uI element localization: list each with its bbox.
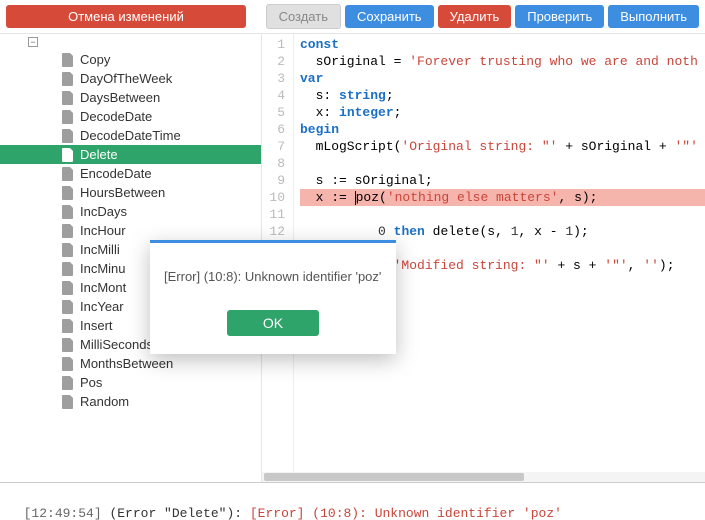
cancel-changes-button[interactable]: Отмена изменений: [6, 5, 246, 28]
sidebar-item-label: DecodeDate: [80, 109, 152, 124]
line-number: 9: [262, 172, 285, 189]
sidebar-item-label: Pos: [80, 375, 102, 390]
sidebar-item-label: Random: [80, 394, 129, 409]
file-icon: [62, 148, 74, 162]
tree-parent-label: [44, 36, 204, 48]
sidebar-item-delete[interactable]: Delete: [0, 145, 261, 164]
sidebar-item-encodedate[interactable]: EncodeDate: [0, 164, 261, 183]
sidebar-item-incdays[interactable]: IncDays: [0, 202, 261, 221]
sidebar-item-label: DaysBetween: [80, 90, 160, 105]
scrollbar-thumb[interactable]: [264, 473, 524, 481]
file-icon: [62, 72, 74, 86]
dialog-actions: OK: [150, 294, 396, 354]
code-line[interactable]: x: integer;: [300, 104, 705, 121]
code-line[interactable]: const: [300, 36, 705, 53]
code-line[interactable]: mLogScript('Original string: "' + sOrigi…: [300, 138, 705, 155]
sidebar-item-monthsbetween[interactable]: MonthsBetween: [0, 354, 261, 373]
line-number: 7: [262, 138, 285, 155]
sidebar-item-label: Copy: [80, 52, 110, 67]
sidebar-item-decodedate[interactable]: DecodeDate: [0, 107, 261, 126]
error-dialog: [Error] (10:8): Unknown identifier 'poz'…: [150, 240, 396, 354]
editor-horizontal-scrollbar[interactable]: [262, 472, 705, 482]
sidebar-item-label: IncDays: [80, 204, 127, 219]
save-button[interactable]: Сохранить: [345, 5, 434, 28]
file-icon: [62, 243, 74, 257]
code-line[interactable]: [300, 155, 705, 172]
code-line[interactable]: s := sOriginal;: [300, 172, 705, 189]
console-source: (Error "Delete"):: [109, 506, 242, 520]
line-number: 11: [262, 206, 285, 223]
dialog-message: [Error] (10:8): Unknown identifier 'poz': [150, 243, 396, 294]
file-icon: [62, 110, 74, 124]
sidebar-item-label: IncMont: [80, 280, 126, 295]
sidebar-item-label: MonthsBetween: [80, 356, 173, 371]
sidebar-item-random[interactable]: Random: [0, 392, 261, 411]
file-icon: [62, 129, 74, 143]
code-line[interactable]: s: string;: [300, 87, 705, 104]
file-icon: [62, 224, 74, 238]
delete-button[interactable]: Удалить: [438, 5, 512, 28]
create-button[interactable]: Создать: [266, 4, 341, 29]
collapse-icon[interactable]: −: [28, 37, 38, 47]
file-icon: [62, 357, 74, 371]
code-line[interactable]: begin: [300, 121, 705, 138]
sidebar-item-label: Delete: [80, 147, 118, 162]
line-number: 4: [262, 87, 285, 104]
sidebar-item-pos[interactable]: Pos: [0, 373, 261, 392]
console: [12:49:54] (Error "Delete"): [Error] (10…: [0, 482, 705, 520]
tree-parent-node[interactable]: −: [0, 34, 261, 50]
run-button[interactable]: Выполнить: [608, 5, 699, 28]
line-number: 5: [262, 104, 285, 121]
sidebar-item-label: IncHour: [80, 223, 126, 238]
file-icon: [62, 91, 74, 105]
line-number: 1: [262, 36, 285, 53]
sidebar-item-copy[interactable]: Copy: [0, 50, 261, 69]
file-icon: [62, 300, 74, 314]
sidebar-item-label: Insert: [80, 318, 113, 333]
line-number: 6: [262, 121, 285, 138]
sidebar-item-inchour[interactable]: IncHour: [0, 221, 261, 240]
file-icon: [62, 376, 74, 390]
sidebar-item-dayoftheweek[interactable]: DayOfTheWeek: [0, 69, 261, 88]
file-icon: [62, 319, 74, 333]
file-icon: [62, 281, 74, 295]
file-icon: [62, 338, 74, 352]
code-line[interactable]: x := poz('nothing else matters', s);: [300, 189, 705, 206]
toolbar: Отмена изменений Создать Сохранить Удали…: [0, 0, 705, 34]
sidebar-item-label: EncodeDate: [80, 166, 152, 181]
sidebar-item-label: IncMinu: [80, 261, 126, 276]
line-number: 8: [262, 155, 285, 172]
console-timestamp: [12:49:54]: [24, 506, 102, 520]
ok-button[interactable]: OK: [227, 310, 319, 336]
line-number: 10: [262, 189, 285, 206]
file-icon: [62, 167, 74, 181]
code-line[interactable]: [300, 206, 705, 223]
code-line[interactable]: 0 then delete(s, 1, x - 1);: [300, 223, 705, 240]
sidebar-item-label: IncYear: [80, 299, 124, 314]
sidebar-item-hoursbetween[interactable]: HoursBetween: [0, 183, 261, 202]
line-number: 12: [262, 223, 285, 240]
sidebar-item-label: DayOfTheWeek: [80, 71, 172, 86]
file-icon: [62, 262, 74, 276]
sidebar-item-label: IncMilli: [80, 242, 120, 257]
sidebar-item-label: HoursBetween: [80, 185, 165, 200]
line-number: 2: [262, 53, 285, 70]
sidebar-item-daysbetween[interactable]: DaysBetween: [0, 88, 261, 107]
code-line[interactable]: sOriginal = 'Forever trusting who we are…: [300, 53, 705, 70]
console-error-message: [Error] (10:8): Unknown identifier 'poz': [250, 506, 562, 520]
check-button[interactable]: Проверить: [515, 5, 604, 28]
file-icon: [62, 205, 74, 219]
line-number: 3: [262, 70, 285, 87]
sidebar-item-decodedatetime[interactable]: DecodeDateTime: [0, 126, 261, 145]
file-icon: [62, 53, 74, 67]
sidebar-item-label: DecodeDateTime: [80, 128, 181, 143]
file-icon: [62, 186, 74, 200]
code-line[interactable]: var: [300, 70, 705, 87]
file-icon: [62, 395, 74, 409]
